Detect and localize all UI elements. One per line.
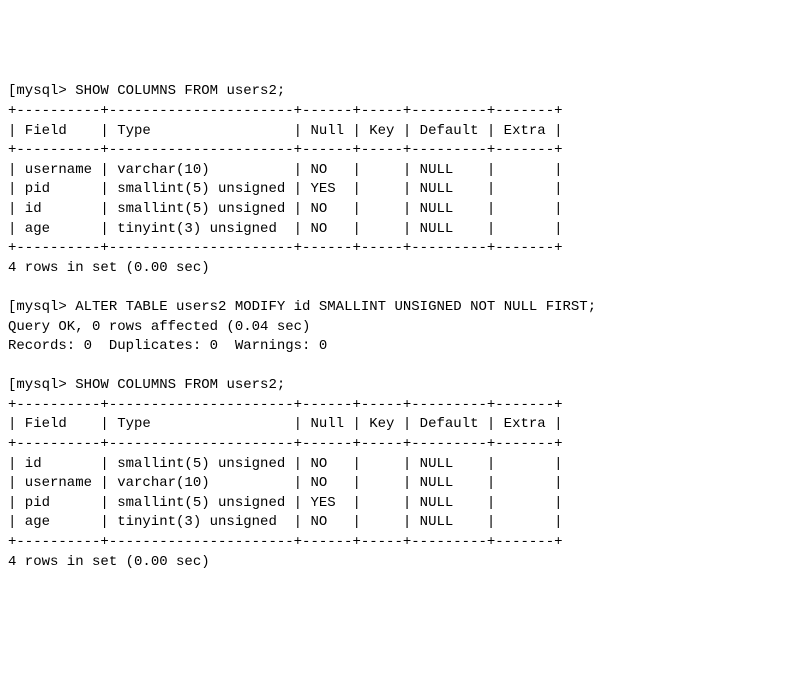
- sql-command: SHOW COLUMNS FROM users2;: [75, 377, 285, 393]
- mysql-prompt: [mysql>: [8, 83, 75, 99]
- query-result: Query OK, 0 rows affected (0.04 sec): [8, 319, 310, 335]
- terminal-output: [mysql> SHOW COLUMNS FROM users2; +-----…: [8, 82, 798, 572]
- table-border: +----------+----------------------+-----…: [8, 534, 563, 550]
- table-row: | age | tinyint(3) unsigned | NO | | NUL…: [8, 514, 563, 530]
- result-footer: 4 rows in set (0.00 sec): [8, 260, 210, 276]
- table-row: | username | varchar(10) | NO | | NULL |…: [8, 162, 563, 178]
- table-border: +----------+----------------------+-----…: [8, 240, 563, 256]
- sql-command: ALTER TABLE users2 MODIFY id SMALLINT UN…: [75, 299, 596, 315]
- table-border: +----------+----------------------+-----…: [8, 142, 563, 158]
- result-footer: 4 rows in set (0.00 sec): [8, 554, 210, 570]
- mysql-prompt: [mysql>: [8, 299, 75, 315]
- table-row: | id | smallint(5) unsigned | NO | | NUL…: [8, 201, 563, 217]
- table-header: | Field | Type | Null | Key | Default | …: [8, 416, 563, 432]
- sql-command: SHOW COLUMNS FROM users2;: [75, 83, 285, 99]
- table-border: +----------+----------------------+-----…: [8, 436, 563, 452]
- table-header: | Field | Type | Null | Key | Default | …: [8, 123, 563, 139]
- table-row: | pid | smallint(5) unsigned | YES | | N…: [8, 181, 563, 197]
- table-row: | age | tinyint(3) unsigned | NO | | NUL…: [8, 221, 563, 237]
- table-border: +----------+----------------------+-----…: [8, 397, 563, 413]
- table-border: +----------+----------------------+-----…: [8, 103, 563, 119]
- table-row: | pid | smallint(5) unsigned | YES | | N…: [8, 495, 563, 511]
- query-result: Records: 0 Duplicates: 0 Warnings: 0: [8, 338, 327, 354]
- table-row: | id | smallint(5) unsigned | NO | | NUL…: [8, 456, 563, 472]
- mysql-prompt: [mysql>: [8, 377, 75, 393]
- table-row: | username | varchar(10) | NO | | NULL |…: [8, 475, 563, 491]
